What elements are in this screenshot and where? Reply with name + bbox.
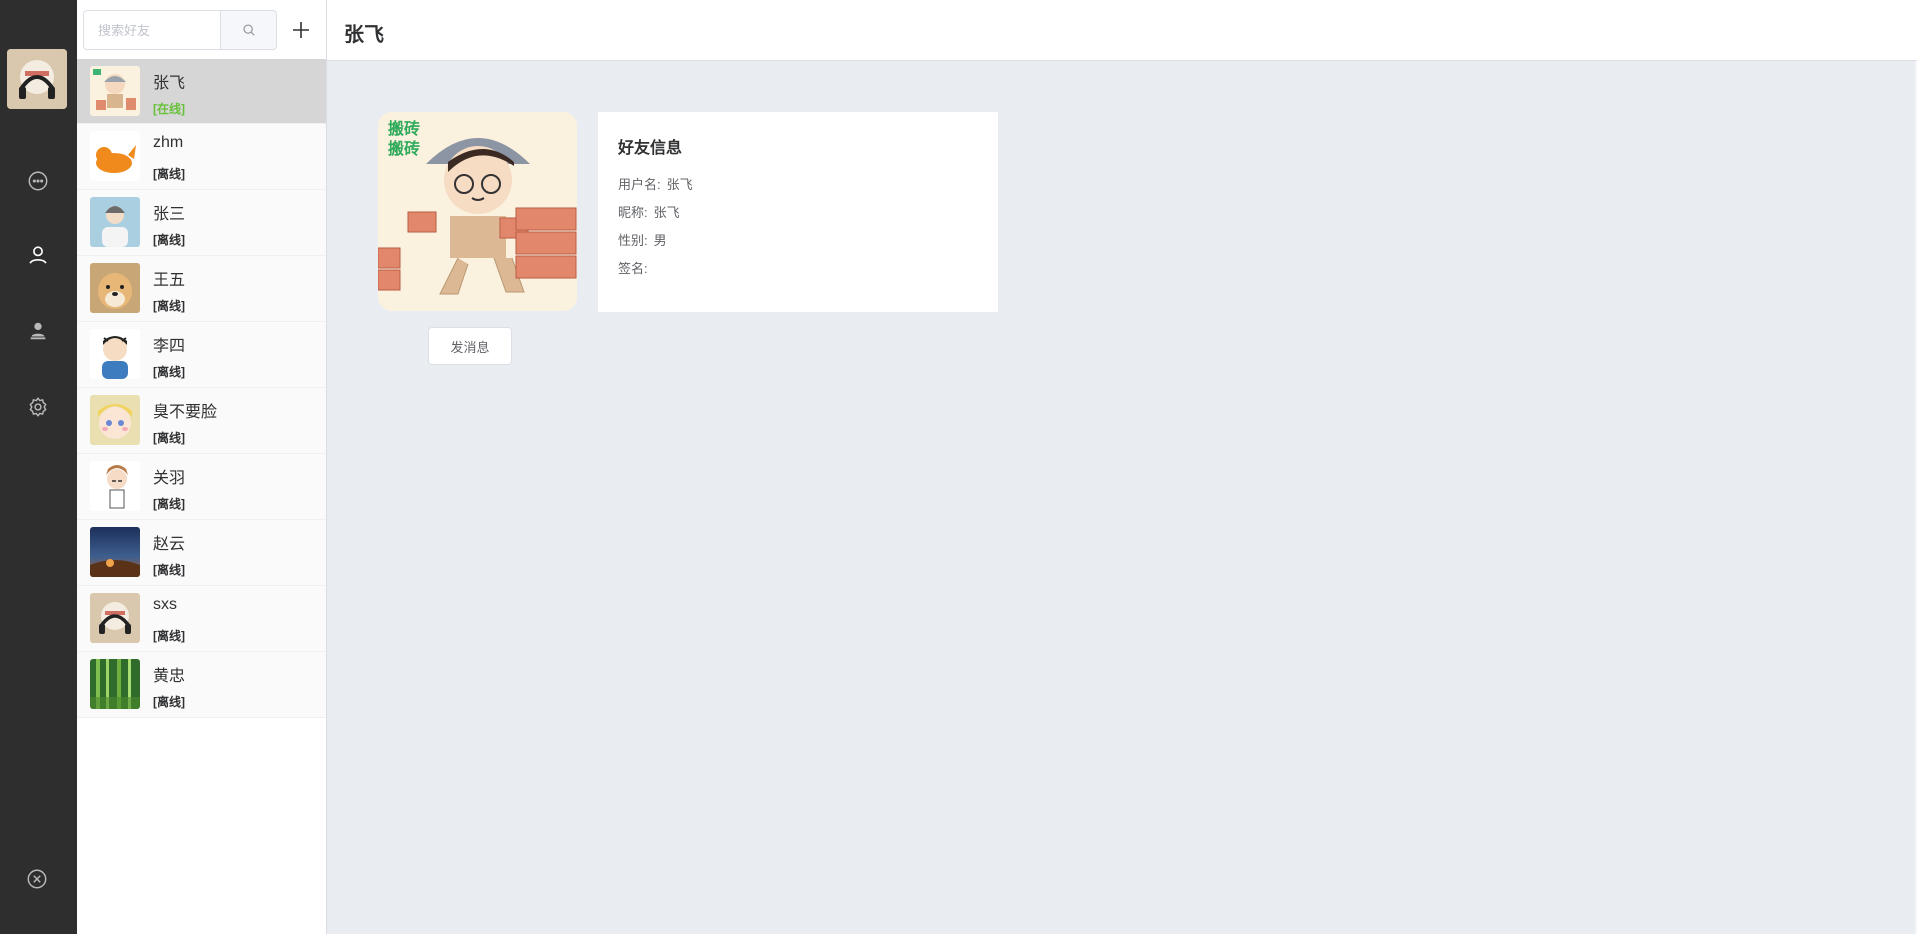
avatar xyxy=(90,263,140,313)
info-value: 张飞 xyxy=(653,205,680,220)
status-badge: [离线] xyxy=(153,497,185,511)
list-item[interactable]: 张飞 [在线] xyxy=(77,59,326,124)
list-item[interactable]: 黄忠 [离线] xyxy=(77,652,326,718)
friend-name: 李四 xyxy=(153,338,186,355)
chat-icon[interactable] xyxy=(21,164,55,198)
close-icon[interactable] xyxy=(20,862,54,896)
list-item[interactable]: 关羽 [离线] xyxy=(77,454,326,520)
status-badge: [离线] xyxy=(153,431,185,445)
search-button[interactable] xyxy=(220,10,277,50)
my-avatar[interactable] xyxy=(7,49,67,109)
list-item[interactable]: 李四 [离线] xyxy=(77,322,326,388)
list-item[interactable]: sxs [离线] xyxy=(77,586,326,652)
avatar xyxy=(90,329,140,379)
user-stamp-icon[interactable] xyxy=(21,314,55,348)
plus-icon xyxy=(293,22,309,38)
friend-detail: 搬砖 搬砖 好友信息 用户名: 张飞 昵称: 张飞 性别: 男 签名: 发消息 xyxy=(327,61,1917,934)
avatar xyxy=(90,197,140,247)
avatar xyxy=(90,527,140,577)
search-input[interactable] xyxy=(83,10,220,50)
friend-avatar-large: 搬砖 搬砖 xyxy=(378,112,577,311)
status-badge: [离线] xyxy=(153,299,185,313)
avatar xyxy=(90,461,140,511)
page-title: 张飞 xyxy=(344,24,384,46)
status-badge: [离线] xyxy=(153,563,185,577)
search-bar xyxy=(83,10,298,50)
info-label: 昵称: xyxy=(618,205,648,220)
list-item[interactable]: zhm [离线] xyxy=(77,124,326,190)
info-value: 张飞 xyxy=(666,177,693,192)
settings-icon[interactable] xyxy=(21,390,55,424)
search-icon xyxy=(242,24,255,36)
avatar xyxy=(90,131,140,181)
add-friend-button[interactable] xyxy=(284,13,318,47)
friend-name: 关羽 xyxy=(153,470,186,487)
friend-name: sxs xyxy=(153,596,177,613)
status-badge: [离线] xyxy=(153,695,185,709)
list-item[interactable]: 张三 [离线] xyxy=(77,190,326,256)
svg-text:搬砖: 搬砖 xyxy=(388,139,420,158)
avatar xyxy=(90,395,140,445)
status-badge: [离线] xyxy=(153,629,185,643)
friend-name: 王五 xyxy=(153,272,186,289)
friend-info-card: 好友信息 用户名: 张飞 昵称: 张飞 性别: 男 签名: xyxy=(598,112,998,312)
list-item[interactable]: 臭不要脸 [离线] xyxy=(77,388,326,454)
friend-name: zhm xyxy=(153,134,184,151)
friend-name: 臭不要脸 xyxy=(153,404,218,421)
friend-name: 张飞 xyxy=(153,75,186,92)
friend-name: 张三 xyxy=(153,206,186,223)
avatar xyxy=(90,593,140,643)
chat-header: 张飞 xyxy=(327,0,1917,61)
list-item[interactable]: 赵云 [离线] xyxy=(77,520,326,586)
status-badge: [在线] xyxy=(153,102,185,116)
info-label: 用户名: xyxy=(618,177,661,192)
avatar xyxy=(90,66,140,116)
list-item[interactable]: 王五 [离线] xyxy=(77,256,326,322)
friend-name: 黄忠 xyxy=(153,668,186,685)
status-badge: [离线] xyxy=(153,365,185,379)
friends-panel: 张飞 [在线] zhm [离线] xyxy=(77,0,327,934)
info-label: 签名: xyxy=(618,261,648,276)
info-value: 男 xyxy=(653,233,667,248)
info-label: 性别: xyxy=(618,233,648,248)
card-title: 好友信息 xyxy=(618,140,683,157)
nav-rail xyxy=(0,0,77,934)
avatar xyxy=(90,659,140,709)
status-badge: [离线] xyxy=(153,233,185,247)
friend-name: 赵云 xyxy=(153,536,186,553)
svg-text:搬砖: 搬砖 xyxy=(388,119,420,138)
info-row-signature: 签名: xyxy=(618,252,978,286)
status-badge: [离线] xyxy=(153,167,185,181)
send-message-button[interactable]: 发消息 xyxy=(428,327,512,365)
contacts-icon[interactable] xyxy=(21,238,55,272)
friend-list: 张飞 [在线] zhm [离线] 张三 [离线] 王五 [离线] 李四 [离线]… xyxy=(77,59,326,718)
